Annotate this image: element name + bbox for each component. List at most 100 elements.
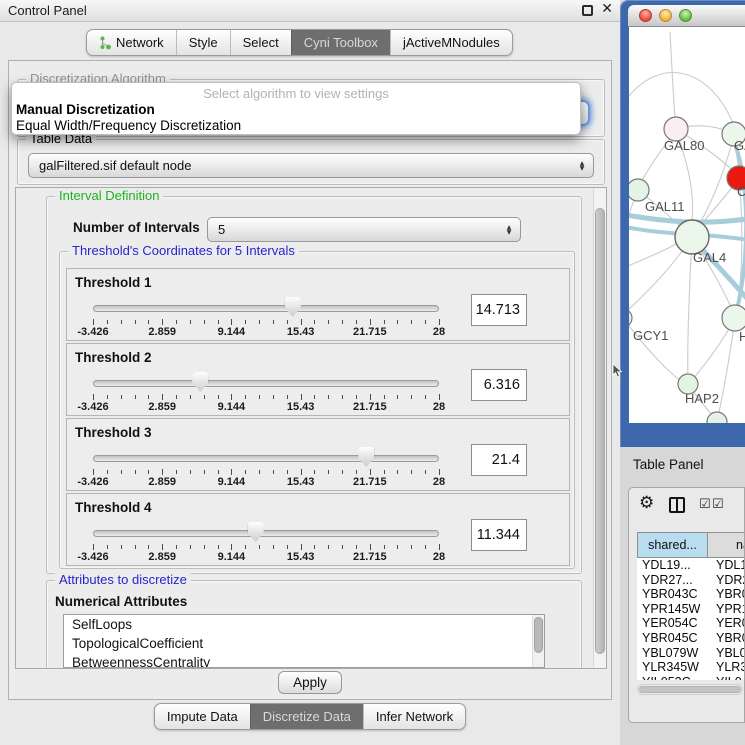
table-row[interactable]: YBR045CYBR0 [637, 631, 745, 646]
slider-tick [176, 395, 177, 399]
tab-infer-network[interactable]: Infer Network [363, 704, 465, 729]
gear-icon[interactable]: ⚙ [639, 493, 654, 513]
vertical-scrollbar[interactable] [593, 188, 606, 668]
slider-tick [314, 395, 315, 399]
table-row[interactable]: YPR145WYPR1 [637, 602, 745, 617]
slider-tick [287, 470, 288, 474]
settings-scroll-viewport: Interval Definition Number of Intervals … [15, 187, 607, 669]
split-divider [676, 499, 678, 511]
slider-tick [356, 470, 357, 474]
close-icon[interactable]: ✕ [601, 1, 613, 17]
tab-discretize-data[interactable]: Discretize Data [250, 704, 363, 729]
table-row[interactable]: YIL052CYIL0 [637, 675, 745, 680]
slider-tick [287, 320, 288, 324]
threshold-value-field[interactable]: 21.4 [471, 444, 527, 476]
list-item-topologicalcoefficient[interactable]: TopologicalCoefficient [64, 634, 544, 653]
list-item-betweennesscentrality[interactable]: BetweennessCentrality [64, 653, 544, 668]
label-gcy1: GCY1 [633, 328, 668, 343]
tab-jactivemnodules[interactable]: jActiveMNodules [390, 30, 512, 55]
slider-thumb[interactable] [192, 372, 208, 392]
node-gal4[interactable] [675, 220, 709, 254]
menu-item-manual-discretization[interactable]: Manual Discretization [12, 102, 580, 118]
apply-button[interactable]: Apply [278, 671, 342, 694]
scrollbar-thumb[interactable] [639, 686, 741, 693]
mac-zoom-button[interactable] [679, 9, 692, 22]
spinner-arrows-icon[interactable]: ▲▼ [502, 218, 516, 241]
tab-impute-data[interactable]: Impute Data [155, 704, 250, 729]
tab-network[interactable]: Network [87, 30, 176, 55]
table-row[interactable]: YLR345WYLR3 [637, 660, 745, 675]
scrollbar-thumb[interactable] [534, 617, 543, 653]
slider-thumb[interactable] [285, 297, 301, 317]
slider-tick [148, 470, 149, 474]
spinner-arrows-icon[interactable]: ▲▼ [575, 154, 589, 177]
slider-tick-label: 15.43 [287, 551, 315, 563]
node-gcy1[interactable] [629, 309, 632, 327]
tab-select[interactable]: Select [230, 30, 291, 55]
slider-tick [231, 319, 232, 325]
slider-tick [162, 394, 163, 400]
node-h[interactable] [722, 305, 745, 331]
slider-tick [218, 545, 219, 549]
slider-tick-label: 21.715 [353, 326, 387, 338]
column-header-shared-name[interactable]: shared... [637, 532, 708, 558]
slider-tick-label: 21.715 [353, 401, 387, 413]
cell-shared-name: YBR043C [637, 587, 708, 602]
horizontal-scrollbar[interactable] [637, 684, 743, 695]
table-row[interactable]: YDL19...YDL1 [637, 558, 745, 573]
table-data-combobox[interactable]: galFiltered.sif default node ▲▼ [28, 153, 594, 178]
tab-label: Style [189, 35, 218, 50]
network-nodes[interactable] [629, 117, 745, 423]
slider-tick [425, 395, 426, 399]
slider-track[interactable] [93, 455, 439, 462]
tab-style[interactable]: Style [176, 30, 230, 55]
slider-tick-label: 28 [433, 476, 445, 488]
tab-cyni-toolbox[interactable]: Cyni Toolbox [291, 30, 390, 55]
cell-shared-name: YDL19... [637, 558, 708, 573]
slider-track[interactable] [93, 530, 439, 537]
list-scrollbar[interactable] [532, 615, 544, 667]
checkbox-icon[interactable]: ☑ [699, 497, 711, 512]
node-gal11[interactable] [629, 179, 649, 201]
slider-tick [273, 395, 274, 399]
network-canvas[interactable]: GAL80 GA C GAL11 GAL4 GCY1 H HAP2 [629, 27, 745, 423]
slider-thumb[interactable] [358, 447, 374, 467]
label-partial-right: GA [734, 138, 745, 153]
threshold-value-field[interactable]: 11.344 [471, 519, 527, 551]
window-title: Control Panel [8, 0, 87, 21]
menu-item-equal-width-frequency-discretization[interactable]: Equal Width/Frequency Discretization [12, 118, 580, 134]
table-row[interactable]: YBL079WYBL0 [637, 646, 745, 661]
cell-name: YPR1 [708, 602, 745, 617]
threshold-value-field[interactable]: 14.713 [471, 294, 527, 326]
split-columns-icon[interactable] [669, 497, 685, 513]
slider-track[interactable] [93, 305, 439, 312]
table-panel-title: Table Panel [633, 447, 704, 483]
slider-tick [370, 319, 371, 325]
table-row[interactable]: YBR043CYBR0 [637, 587, 745, 602]
scrollbar-thumb[interactable] [595, 208, 605, 654]
slider-tick [107, 320, 108, 324]
mac-close-button[interactable] [639, 9, 652, 22]
slider-tick-label: 15.43 [287, 401, 315, 413]
slider-tick [370, 469, 371, 475]
slider-tick [384, 320, 385, 324]
float-window-icon[interactable] [582, 5, 593, 16]
number-of-intervals-combobox[interactable]: 5 ▲▼ [207, 217, 521, 242]
numerical-attributes-list[interactable]: SelfLoopsTopologicalCoefficientBetweenne… [63, 614, 545, 668]
table-row[interactable]: YDR27...YDR2 [637, 573, 745, 588]
table-row[interactable]: YER054CYER0 [637, 616, 745, 631]
label-hap2: HAP2 [685, 391, 719, 406]
slider-tick [121, 470, 122, 474]
column-header-name[interactable]: na [708, 532, 745, 558]
threshold-value-field[interactable]: 6.316 [471, 369, 527, 401]
slider-tick [204, 470, 205, 474]
network-icon [99, 36, 111, 50]
slider-track[interactable] [93, 380, 439, 387]
mac-minimize-button[interactable] [659, 9, 672, 22]
cell-name: YDR2 [708, 573, 745, 588]
checkbox-icon[interactable]: ☑ [712, 497, 724, 512]
slider-thumb[interactable] [248, 522, 264, 542]
slider-tick [135, 320, 136, 324]
list-item-selfloops[interactable]: SelfLoops [64, 615, 544, 634]
slider-tick-label: 9.144 [218, 551, 246, 563]
